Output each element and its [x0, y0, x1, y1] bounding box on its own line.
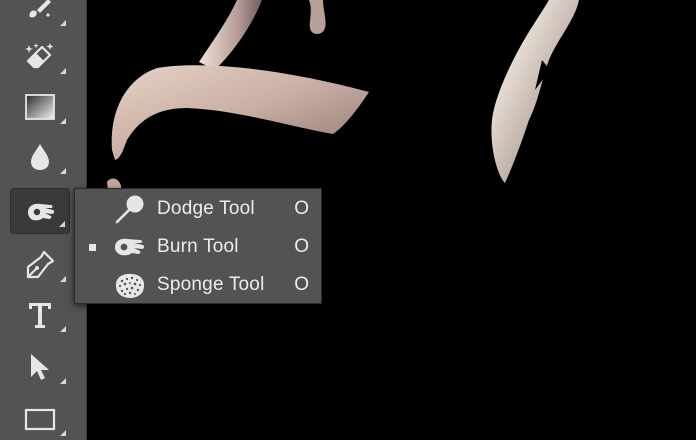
more-tools-indicator	[59, 221, 65, 227]
magic-eraser-tool-button[interactable]	[10, 34, 70, 80]
more-tools-indicator	[60, 20, 66, 26]
blur-tool-button[interactable]	[10, 134, 70, 180]
burn-tool-button[interactable]	[10, 188, 70, 234]
more-tools-indicator	[60, 378, 66, 384]
gradient-icon	[25, 94, 55, 120]
rectangle-tool-button[interactable]	[10, 396, 70, 440]
magic-eraser-icon	[25, 43, 54, 69]
flyout-item-shortcut: O	[294, 198, 309, 219]
pen-nib-icon	[26, 250, 55, 279]
brush-tool-button[interactable]	[10, 0, 70, 32]
flyout-item-label: Burn Tool	[157, 236, 239, 257]
flyout-item-shortcut: O	[294, 274, 309, 295]
flyout-item-label: Dodge Tool	[157, 198, 255, 219]
more-tools-indicator	[60, 118, 66, 124]
selected-tool-bullet	[89, 244, 96, 251]
brush-icon	[29, 0, 51, 18]
flyout-item-label: Sponge Tool	[157, 274, 265, 295]
sponge-icon	[115, 273, 145, 298]
arrow-pointer-icon	[31, 354, 49, 380]
flyout-item-sponge-tool[interactable]: Sponge Tool O	[75, 266, 321, 304]
more-tools-indicator	[60, 326, 66, 332]
flyout-item-shortcut: O	[294, 236, 309, 257]
pen-tool-button[interactable]	[10, 242, 70, 288]
flyout-item-dodge-tool[interactable]: Dodge Tool O	[75, 190, 321, 228]
burn-hand-icon	[115, 238, 145, 256]
type-icon	[29, 303, 51, 328]
more-tools-indicator	[60, 430, 66, 436]
dodge-lollipop-icon	[115, 195, 144, 224]
path-selection-tool-button[interactable]	[10, 344, 70, 390]
burn-hand-icon	[28, 203, 55, 221]
rectangle-icon	[24, 408, 56, 431]
more-tools-indicator	[60, 276, 66, 282]
gradient-tool-button[interactable]	[10, 84, 70, 130]
more-tools-indicator	[60, 168, 66, 174]
toning-tools-flyout: Dodge Tool O Burn Tool O Sponge Tool O	[74, 188, 322, 304]
drop-icon	[31, 144, 49, 170]
photoshop-window: Dodge Tool O Burn Tool O Sponge Tool O	[0, 0, 696, 440]
flyout-item-burn-tool[interactable]: Burn Tool O	[75, 228, 321, 266]
type-tool-button[interactable]	[10, 292, 70, 338]
more-tools-indicator	[60, 68, 66, 74]
